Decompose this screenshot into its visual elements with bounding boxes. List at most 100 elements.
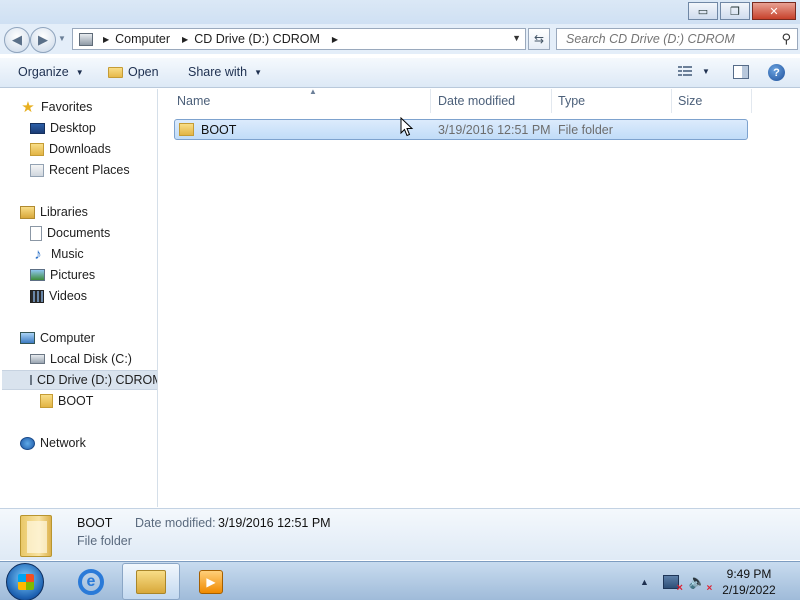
volume-muted-icon[interactable]: 🔈 — [689, 573, 713, 594]
show-hidden-icons-icon[interactable]: ▲ — [640, 577, 649, 587]
nav-item-pictures[interactable]: Pictures — [30, 265, 95, 285]
file-name-label: BOOT — [201, 122, 237, 137]
close-button[interactable]: ✕ — [752, 2, 796, 20]
window-controls: ▭ ❐ ✕ — [688, 2, 796, 20]
help-icon[interactable]: ? — [768, 64, 785, 81]
nav-favorites-label: Favorites — [41, 100, 93, 114]
column-header-name[interactable]: Name ▲ — [171, 87, 431, 113]
downloads-folder-icon — [30, 142, 44, 156]
drive-icon — [79, 32, 93, 46]
clock-time: 9:49 PM — [726, 567, 772, 581]
nav-item-label: CD Drive (D:) CDROM — [37, 373, 158, 387]
nav-item-boot[interactable]: BOOT — [40, 391, 93, 411]
column-header-type[interactable]: Type — [552, 89, 672, 113]
nav-item-label: Downloads — [49, 142, 111, 156]
breadcrumb-separator-icon[interactable]: ▶ — [103, 35, 109, 44]
taskbar-internet-explorer[interactable]: e — [62, 563, 120, 600]
network-icon — [20, 436, 35, 450]
desktop-icon — [30, 122, 45, 134]
nav-item-label: Recent Places — [49, 163, 130, 177]
command-bar: Organize ▼ Open Share with ▼ ▼ ? — [0, 58, 800, 88]
breadcrumb-cd-drive[interactable]: CD Drive (D:) CDROM — [194, 32, 320, 46]
address-row: ◀ ▶ ▼ ▶ Computer ▶ CD Drive (D:) CDROM ▶… — [0, 24, 800, 54]
breadcrumb-separator-icon[interactable]: ▶ — [182, 35, 188, 44]
column-header-label: Type — [558, 94, 586, 108]
nav-item-label: BOOT — [58, 394, 94, 408]
videos-icon — [30, 289, 44, 303]
nav-item-label: Pictures — [50, 268, 96, 282]
nav-item-recent-places[interactable]: Recent Places — [30, 160, 130, 180]
nav-item-music[interactable]: ♪ Music — [30, 244, 83, 264]
details-pane: BOOT Date modified: 3/19/2016 12:51 PM F… — [0, 508, 800, 560]
change-view-button[interactable]: ▼ — [678, 66, 710, 77]
folder-icon — [179, 123, 194, 136]
nav-item-local-disk[interactable]: Local Disk (C:) — [30, 349, 132, 369]
chevron-down-icon: ▼ — [75, 67, 84, 77]
nav-item-label: Videos — [49, 289, 87, 303]
taskbar-media-player[interactable]: ▶ — [182, 563, 240, 600]
column-header-size[interactable]: Size — [672, 89, 752, 113]
nav-computer[interactable]: Computer — [20, 328, 95, 348]
chevron-down-icon: ▼ — [254, 67, 262, 77]
nav-libraries[interactable]: Libraries — [20, 202, 88, 222]
back-icon: ◀ — [12, 32, 22, 47]
column-headers: Name ▲ Date modified Type Size — [159, 87, 800, 113]
network-status-icon[interactable] — [662, 574, 683, 594]
address-dropdown-icon[interactable]: ▼ — [512, 33, 521, 43]
nav-libraries-label: Libraries — [40, 205, 88, 219]
open-button[interactable]: Open — [108, 65, 159, 79]
nav-item-desktop[interactable]: Desktop — [30, 118, 96, 138]
nav-item-label: Local Disk (C:) — [50, 352, 132, 366]
file-date-modified: 3/19/2016 12:51 PM — [438, 122, 551, 137]
start-button[interactable] — [6, 563, 44, 600]
computer-icon — [20, 332, 35, 344]
internet-explorer-icon: e — [78, 568, 104, 595]
recent-pages-dropdown[interactable]: ▼ — [58, 34, 66, 43]
file-type: File folder — [558, 122, 613, 137]
nav-item-label: Desktop — [50, 121, 96, 135]
chevron-down-icon[interactable]: ▼ — [702, 67, 710, 76]
back-button[interactable]: ◀ — [4, 27, 30, 53]
system-tray: ▲ 🔈 — [640, 562, 713, 600]
column-header-date-modified[interactable]: Date modified — [432, 89, 552, 113]
file-row[interactable]: BOOT 3/19/2016 12:51 PM File folder — [174, 119, 748, 140]
nav-favorites[interactable]: ★ Favorites — [20, 97, 92, 117]
share-with-label: Share with — [188, 65, 248, 79]
folder-icon — [40, 394, 53, 408]
search-icon[interactable]: ⚲ — [781, 31, 791, 47]
share-with-button[interactable]: Share with ▼ — [188, 65, 262, 79]
nav-item-videos[interactable]: Videos — [30, 286, 87, 306]
nav-item-documents[interactable]: Documents — [30, 223, 110, 243]
forward-icon: ▶ — [38, 32, 48, 47]
minimize-button[interactable]: ▭ — [688, 2, 718, 20]
cd-drive-icon — [30, 375, 32, 385]
forward-button[interactable]: ▶ — [30, 27, 56, 53]
search-input[interactable] — [566, 32, 766, 46]
clock-date: 2/19/2022 — [722, 583, 776, 597]
details-view-icon — [678, 66, 693, 77]
breadcrumb-separator-icon[interactable]: ▶ — [332, 35, 338, 44]
nav-network[interactable]: Network — [20, 433, 86, 453]
taskbar-windows-explorer[interactable] — [122, 563, 180, 600]
nav-network-label: Network — [40, 436, 86, 450]
details-name: BOOT — [77, 516, 113, 530]
maximize-button[interactable]: ❐ — [720, 2, 750, 20]
hard-disk-icon — [30, 354, 45, 364]
title-bar: ▭ ❐ ✕ — [0, 0, 800, 24]
music-icon: ♪ — [34, 245, 42, 263]
column-header-label: Size — [678, 94, 703, 108]
file-name: BOOT — [179, 123, 236, 137]
breadcrumb-computer[interactable]: Computer — [115, 32, 170, 46]
organize-button[interactable]: Organize ▼ — [18, 65, 84, 79]
navigation-pane: ★ Favorites Desktop Downloads Recent Pla… — [0, 89, 158, 507]
libraries-icon — [20, 205, 35, 219]
address-bar[interactable]: ▶ Computer ▶ CD Drive (D:) CDROM ▶ ▼ — [72, 28, 526, 50]
organize-label: Organize — [18, 65, 69, 79]
nav-item-label: Documents — [47, 226, 111, 240]
refresh-button[interactable]: ⇆ — [528, 28, 550, 50]
nav-item-cd-drive[interactable]: CD Drive (D:) CDROM — [2, 370, 158, 390]
nav-item-downloads[interactable]: Downloads — [30, 139, 111, 159]
search-box[interactable]: ⚲ — [556, 28, 798, 50]
clock[interactable]: 9:49 PM 2/19/2022 — [712, 566, 786, 598]
preview-pane-button[interactable] — [733, 65, 749, 79]
